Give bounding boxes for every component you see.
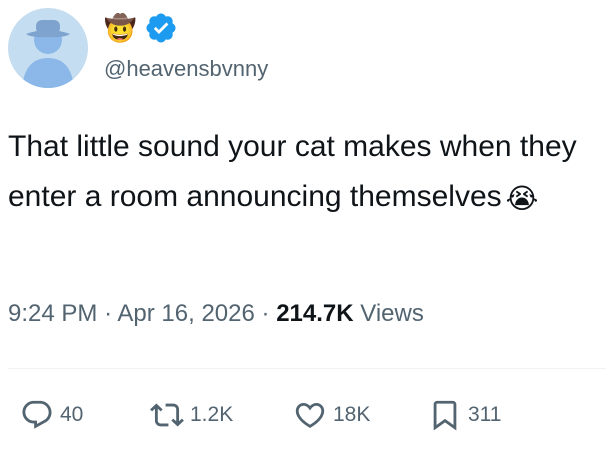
tweet-time[interactable]: 9:24 PM [8, 300, 97, 327]
bookmark-count: 311 [468, 403, 502, 426]
bookmark-icon [433, 400, 457, 431]
reply-icon [22, 400, 52, 429]
views-count: 214.7K [276, 300, 354, 327]
tweet-text: That little sound your cat makes when th… [8, 122, 604, 224]
tweet-meta: 9:24 PM · Apr 16, 2026 · 214.7K Views [8, 296, 424, 332]
display-name-row[interactable]: 🤠 [104, 8, 178, 48]
reply-count: 40 [60, 403, 84, 426]
tweet-body: That little sound your cat makes when th… [8, 130, 577, 213]
divider [8, 368, 606, 369]
reply-button[interactable]: 40 [20, 390, 83, 440]
crying-emoji: 😭 [505, 183, 539, 214]
retweet-icon [150, 403, 184, 427]
like-count: 18K [333, 403, 371, 426]
retweet-count: 1.2K [190, 403, 234, 426]
like-button[interactable]: 18K [293, 390, 370, 440]
default-avatar-icon [8, 8, 88, 88]
avatar[interactable] [8, 8, 88, 88]
meta-separator: · [104, 300, 113, 327]
views-label: Views [360, 300, 424, 327]
tweet-date[interactable]: Apr 16, 2026 [117, 300, 254, 327]
cowboy-emoji: 🤠 [104, 13, 137, 43]
heart-icon [295, 402, 325, 428]
retweet-button[interactable]: 1.2K [150, 390, 233, 440]
meta-separator: · [261, 300, 270, 327]
user-handle[interactable]: @heavensbvnny [104, 56, 268, 82]
bookmark-button[interactable]: 311 [428, 390, 501, 440]
verified-badge-icon[interactable] [144, 11, 178, 45]
action-bar: 40 1.2K 18K 311 [0, 390, 606, 440]
